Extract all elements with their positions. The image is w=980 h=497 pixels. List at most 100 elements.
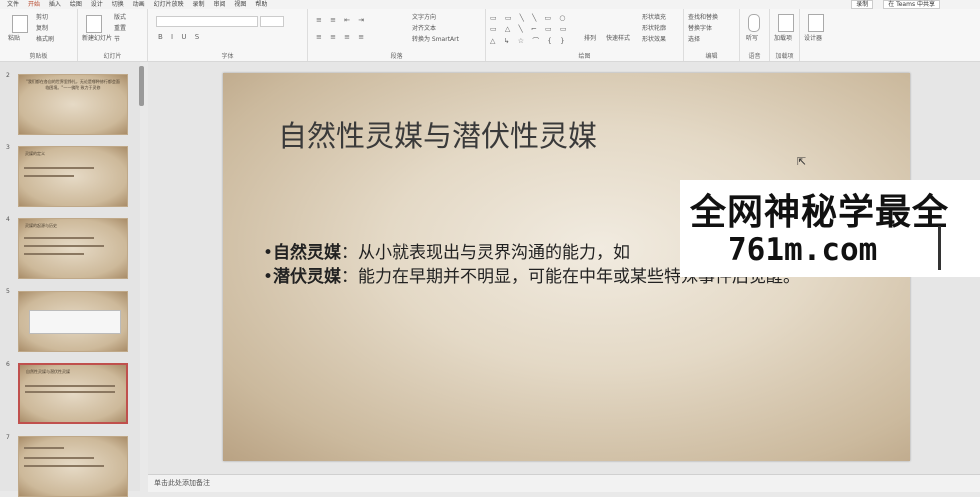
addins-group: 加载项 加载项 — [770, 9, 800, 61]
menu-animations[interactable]: 动画 — [133, 0, 145, 9]
menu-review[interactable]: 审阅 — [213, 0, 225, 9]
thumb-number: 7 — [6, 434, 10, 441]
watermark-overlay: 全网神秘学最全 761m.com — [680, 180, 980, 277]
select-button[interactable]: 选择 — [688, 36, 700, 44]
italic-button[interactable]: I — [171, 33, 176, 41]
slide-thumbnail[interactable]: 灵媒的起源与历史 — [18, 218, 128, 279]
smartart-button[interactable]: 转换为 SmartArt — [412, 36, 459, 44]
copy-button[interactable]: 复制 — [36, 25, 48, 33]
shapes-gallery-row3-icon[interactable]: △ ↳ ☆ ⌒ { } — [490, 36, 568, 46]
ribbon: 粘贴 剪切 复制 格式刷 剪贴板 新建幻灯片 版式 重置 节 幻灯片 B I U… — [0, 9, 980, 62]
thumb-line — [24, 167, 94, 169]
align-text-button[interactable]: 对齐文本 — [412, 25, 436, 33]
format-painter-button[interactable]: 格式刷 — [36, 36, 54, 44]
quick-styles-button[interactable]: 快速样式 — [606, 35, 630, 43]
thumb-line — [25, 385, 115, 387]
menu-slideshow[interactable]: 幻灯片放映 — [154, 0, 184, 9]
align-buttons-icon[interactable]: ≡ ≡ ≡ ≡ — [316, 33, 367, 41]
clipboard-label: 剪贴板 — [29, 53, 48, 60]
replace-font-button[interactable]: 替换字体 — [688, 25, 712, 33]
section-button[interactable]: 节 — [114, 36, 120, 44]
thumb-text: 灵媒的定义 — [25, 151, 45, 156]
designer-button[interactable]: 设计器 — [804, 35, 822, 43]
font-label: 字体 — [221, 53, 234, 60]
mouse-cursor-icon: ⇱ — [797, 155, 807, 168]
menu-view[interactable]: 视图 — [234, 0, 246, 9]
text-direction-button[interactable]: 文字方向 — [412, 14, 436, 22]
menu-insert[interactable]: 插入 — [49, 0, 61, 9]
menu-help[interactable]: 帮助 — [255, 0, 267, 9]
reset-button[interactable]: 重置 — [114, 25, 126, 33]
bullet-term: 自然灵媒 — [273, 243, 342, 263]
slide-thumbnail-selected[interactable]: 自然性灵媒与潜伏性灵媒 — [18, 363, 128, 424]
slide-thumbnails-pane: 2 "我们都在各自的世界里挣扎，无论是哪种修行都会面临困境。"——佛陀 致力于灵… — [0, 62, 140, 497]
thumb-line — [24, 465, 104, 467]
menu-transitions[interactable]: 切换 — [112, 0, 124, 9]
bullet-item[interactable]: •自然灵媒：从小就表现出与灵界沟通的能力，如 — [263, 238, 630, 263]
thumb-text: 灵媒的起源与历史 — [25, 223, 57, 228]
thumb-line — [24, 245, 104, 247]
bold-button[interactable]: B — [158, 33, 166, 41]
slide-thumbnail[interactable] — [18, 436, 128, 497]
editing-group: 查找和替换 替换字体 选择 编辑 — [684, 9, 740, 61]
watermark-line1: 全网神秘学最全 — [690, 192, 950, 233]
notes-placeholder: 单击此处添加备注 — [154, 479, 210, 487]
shape-effects-button[interactable]: 形状效果 — [642, 36, 666, 44]
thumb-number: 3 — [6, 144, 10, 151]
addins-button[interactable]: 加载项 — [774, 35, 792, 43]
menu-bar: 文件 开始 插入 绘图 设计 切换 动画 幻灯片放映 录制 审阅 视图 帮助 — [0, 0, 980, 10]
paragraph-group: ≡ ≡ ⇤ ⇥ ≡ ≡ ≡ ≡ 文字方向 对齐文本 转换为 SmartArt 段… — [308, 9, 486, 61]
shapes-gallery-icon[interactable]: ▭ ▭ ╲ ╲ ▭ ○ — [490, 14, 569, 22]
shape-outline-button[interactable]: 形状轮廓 — [642, 25, 666, 33]
shape-fill-button[interactable]: 形状填充 — [642, 14, 666, 22]
slide-title[interactable]: 自然性灵媒与潜伏性灵媒 — [278, 113, 597, 155]
shapes-gallery-row2-icon[interactable]: ▭ △ ╲ ⌐ ▭ ▭ — [490, 25, 569, 33]
clipboard-group: 粘贴 剪切 复制 格式刷 剪贴板 — [0, 9, 78, 61]
find-replace-button[interactable]: 查找和替换 — [688, 14, 718, 22]
slide-thumbnail[interactable] — [18, 291, 128, 352]
thumb-number: 6 — [6, 361, 10, 368]
paste-button[interactable]: 粘贴 — [8, 35, 20, 43]
watermark-line2: 761m.com — [728, 232, 878, 268]
menu-design[interactable]: 设计 — [91, 0, 103, 9]
addins-icon[interactable] — [778, 14, 794, 32]
menu-file[interactable]: 文件 — [7, 0, 19, 9]
teams-share-button[interactable]: 在 Teams 中共享 — [883, 0, 940, 9]
thumb-line — [24, 237, 94, 239]
new-slide-icon[interactable] — [86, 15, 102, 33]
font-size-input[interactable] — [260, 16, 284, 27]
dictate-button[interactable]: 听写 — [746, 35, 758, 43]
thumb-text: "我们都在各自的世界里挣扎，无论是哪种修行都会面临困境。"——佛陀 致力于灵修 — [26, 79, 120, 90]
list-buttons-icon[interactable]: ≡ ≡ ⇤ ⇥ — [316, 16, 367, 24]
designer-icon[interactable] — [808, 14, 824, 32]
microphone-icon[interactable] — [748, 14, 760, 32]
addins-label: 加载项 — [775, 53, 794, 60]
slide-thumbnail[interactable]: 灵媒的定义 — [18, 146, 128, 207]
slide-thumbnail[interactable]: "我们都在各自的世界里挣扎，无论是哪种修行都会面临困境。"——佛陀 致力于灵修 — [18, 74, 128, 135]
thumb-line — [24, 253, 84, 255]
new-slide-button[interactable]: 新建幻灯片 — [82, 35, 112, 43]
font-name-input[interactable] — [156, 16, 258, 27]
record-button[interactable]: 录制 — [851, 0, 874, 9]
paste-icon[interactable] — [12, 15, 28, 33]
cut-button[interactable]: 剪切 — [36, 14, 48, 22]
slides-group: 新建幻灯片 版式 重置 节 幻灯片 — [78, 9, 148, 61]
thumb-line — [24, 447, 64, 449]
notes-pane[interactable]: 单击此处添加备注 — [148, 474, 980, 492]
thumbnails-scrollbar[interactable] — [139, 66, 144, 106]
layout-button[interactable]: 版式 — [114, 14, 126, 22]
strikethrough-button[interactable]: S — [195, 33, 202, 41]
drawing-label: 绘图 — [578, 53, 591, 60]
voice-label: 语音 — [748, 53, 761, 60]
menu-record[interactable]: 录制 — [193, 0, 205, 9]
text-cursor-bar — [938, 226, 941, 270]
font-format-buttons[interactable]: B I U S — [158, 33, 202, 41]
underline-button[interactable]: U — [181, 33, 189, 41]
editing-label: 编辑 — [705, 53, 718, 60]
arrange-button[interactable]: 排列 — [584, 35, 596, 43]
bullet-term: 潜伏灵媒 — [273, 267, 342, 287]
menu-draw[interactable]: 绘图 — [70, 0, 82, 9]
thumb-number: 5 — [6, 288, 10, 295]
font-group: B I U S 字体 — [148, 9, 308, 61]
slides-label: 幻灯片 — [103, 53, 122, 60]
